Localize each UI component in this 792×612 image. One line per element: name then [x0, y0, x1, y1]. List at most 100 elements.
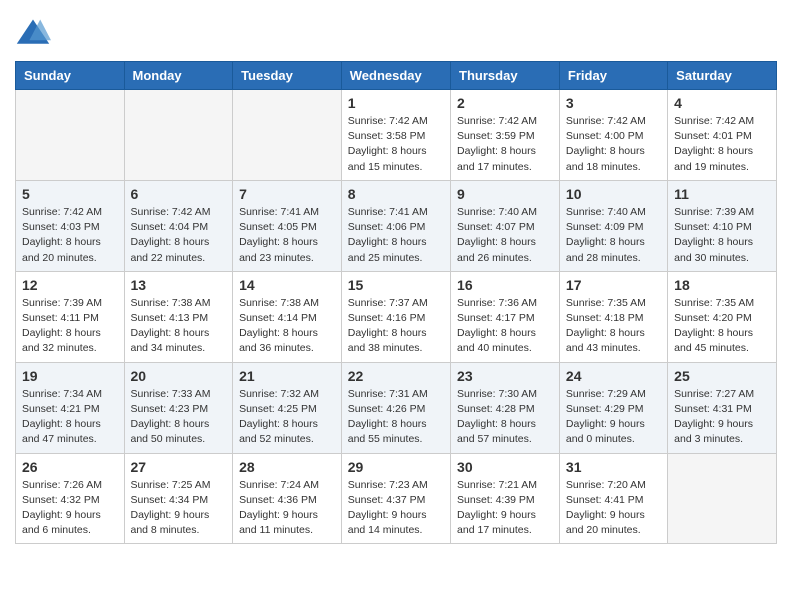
- day-info: Sunrise: 7:21 AM Sunset: 4:39 PM Dayligh…: [457, 478, 553, 539]
- calendar-cell: 9 Sunrise: 7:40 AM Sunset: 4:07 PM Daylig…: [451, 180, 560, 271]
- calendar-cell: 19 Sunrise: 7:34 AM Sunset: 4:21 PM Dayli…: [16, 362, 125, 453]
- calendar-body: 1 Sunrise: 7:42 AM Sunset: 3:58 PM Daylig…: [16, 90, 777, 544]
- day-info: Sunrise: 7:30 AM Sunset: 4:28 PM Dayligh…: [457, 387, 553, 448]
- weekday-header-friday: Friday: [559, 62, 667, 90]
- calendar-cell: 30 Sunrise: 7:21 AM Sunset: 4:39 PM Dayli…: [451, 453, 560, 544]
- day-info: Sunrise: 7:35 AM Sunset: 4:20 PM Dayligh…: [674, 296, 770, 357]
- day-number: 23: [457, 368, 553, 384]
- logo-icon: [15, 15, 51, 51]
- day-number: 29: [348, 459, 444, 475]
- day-number: 26: [22, 459, 118, 475]
- day-info: Sunrise: 7:42 AM Sunset: 4:03 PM Dayligh…: [22, 205, 118, 266]
- calendar: SundayMondayTuesdayWednesdayThursdayFrid…: [15, 61, 777, 544]
- calendar-cell: 3Sunrise: 7:42 AM Sunset: 4:00 PM Daylig…: [559, 90, 667, 181]
- day-number: 25: [674, 368, 770, 384]
- calendar-cell: 20 Sunrise: 7:33 AM Sunset: 4:23 PM Dayli…: [124, 362, 233, 453]
- day-number: 8: [348, 186, 444, 202]
- day-info: Sunrise: 7:42 AM Sunset: 3:58 PM Dayligh…: [348, 114, 444, 175]
- day-number: 24: [566, 368, 661, 384]
- day-info: Sunrise: 7:40 AM Sunset: 4:07 PM Dayligh…: [457, 205, 553, 266]
- day-number: 4: [674, 95, 770, 111]
- weekday-header-monday: Monday: [124, 62, 233, 90]
- day-number: 12: [22, 277, 118, 293]
- logo: [15, 15, 55, 51]
- day-info: Sunrise: 7:41 AM Sunset: 4:05 PM Dayligh…: [239, 205, 335, 266]
- calendar-cell: 12 Sunrise: 7:39 AM Sunset: 4:11 PM Dayli…: [16, 271, 125, 362]
- header: [15, 15, 777, 51]
- day-info: Sunrise: 7:40 AM Sunset: 4:09 PM Dayligh…: [566, 205, 661, 266]
- calendar-cell: 25 Sunrise: 7:27 AM Sunset: 4:31 PM Dayli…: [668, 362, 777, 453]
- calendar-cell: 8 Sunrise: 7:41 AM Sunset: 4:06 PM Daylig…: [341, 180, 450, 271]
- day-info: Sunrise: 7:42 AM Sunset: 4:04 PM Dayligh…: [131, 205, 227, 266]
- day-info: Sunrise: 7:42 AM Sunset: 4:01 PM Dayligh…: [674, 114, 770, 175]
- day-info: Sunrise: 7:20 AM Sunset: 4:41 PM Dayligh…: [566, 478, 661, 539]
- week-row-2: 5 Sunrise: 7:42 AM Sunset: 4:03 PM Daylig…: [16, 180, 777, 271]
- day-info: Sunrise: 7:27 AM Sunset: 4:31 PM Dayligh…: [674, 387, 770, 448]
- calendar-cell: 31Sunrise: 7:20 AM Sunset: 4:41 PM Dayli…: [559, 453, 667, 544]
- day-number: 19: [22, 368, 118, 384]
- calendar-cell: [16, 90, 125, 181]
- day-info: Sunrise: 7:39 AM Sunset: 4:11 PM Dayligh…: [22, 296, 118, 357]
- calendar-cell: 16 Sunrise: 7:36 AM Sunset: 4:17 PM Dayli…: [451, 271, 560, 362]
- calendar-cell: 29 Sunrise: 7:23 AM Sunset: 4:37 PM Dayli…: [341, 453, 450, 544]
- day-number: 16: [457, 277, 553, 293]
- calendar-cell: 23 Sunrise: 7:30 AM Sunset: 4:28 PM Dayli…: [451, 362, 560, 453]
- day-number: 27: [131, 459, 227, 475]
- weekday-header-thursday: Thursday: [451, 62, 560, 90]
- day-number: 30: [457, 459, 553, 475]
- day-number: 11: [674, 186, 770, 202]
- day-number: 6: [131, 186, 227, 202]
- day-number: 3: [566, 95, 661, 111]
- calendar-cell: 4 Sunrise: 7:42 AM Sunset: 4:01 PM Daylig…: [668, 90, 777, 181]
- weekday-header-tuesday: Tuesday: [233, 62, 342, 90]
- day-number: 10: [566, 186, 661, 202]
- calendar-cell: 28 Sunrise: 7:24 AM Sunset: 4:36 PM Dayli…: [233, 453, 342, 544]
- day-info: Sunrise: 7:36 AM Sunset: 4:17 PM Dayligh…: [457, 296, 553, 357]
- day-number: 20: [131, 368, 227, 384]
- day-number: 14: [239, 277, 335, 293]
- day-number: 2: [457, 95, 553, 111]
- calendar-cell: 5 Sunrise: 7:42 AM Sunset: 4:03 PM Daylig…: [16, 180, 125, 271]
- day-info: Sunrise: 7:42 AM Sunset: 3:59 PM Dayligh…: [457, 114, 553, 175]
- calendar-cell: 2 Sunrise: 7:42 AM Sunset: 3:59 PM Daylig…: [451, 90, 560, 181]
- day-info: Sunrise: 7:38 AM Sunset: 4:14 PM Dayligh…: [239, 296, 335, 357]
- day-number: 9: [457, 186, 553, 202]
- calendar-cell: 17 Sunrise: 7:35 AM Sunset: 4:18 PM Dayli…: [559, 271, 667, 362]
- weekday-row: SundayMondayTuesdayWednesdayThursdayFrid…: [16, 62, 777, 90]
- calendar-cell: 24 Sunrise: 7:29 AM Sunset: 4:29 PM Dayli…: [559, 362, 667, 453]
- day-number: 13: [131, 277, 227, 293]
- calendar-cell: 26Sunrise: 7:26 AM Sunset: 4:32 PM Dayli…: [16, 453, 125, 544]
- calendar-cell: 21Sunrise: 7:32 AM Sunset: 4:25 PM Dayli…: [233, 362, 342, 453]
- day-info: Sunrise: 7:41 AM Sunset: 4:06 PM Dayligh…: [348, 205, 444, 266]
- day-number: 5: [22, 186, 118, 202]
- day-info: Sunrise: 7:38 AM Sunset: 4:13 PM Dayligh…: [131, 296, 227, 357]
- weekday-header-sunday: Sunday: [16, 62, 125, 90]
- day-info: Sunrise: 7:33 AM Sunset: 4:23 PM Dayligh…: [131, 387, 227, 448]
- day-number: 17: [566, 277, 661, 293]
- day-number: 1: [348, 95, 444, 111]
- day-info: Sunrise: 7:24 AM Sunset: 4:36 PM Dayligh…: [239, 478, 335, 539]
- day-info: Sunrise: 7:39 AM Sunset: 4:10 PM Dayligh…: [674, 205, 770, 266]
- calendar-cell: 14 Sunrise: 7:38 AM Sunset: 4:14 PM Dayli…: [233, 271, 342, 362]
- week-row-1: 1 Sunrise: 7:42 AM Sunset: 3:58 PM Daylig…: [16, 90, 777, 181]
- calendar-cell: 27 Sunrise: 7:25 AM Sunset: 4:34 PM Dayli…: [124, 453, 233, 544]
- day-info: Sunrise: 7:29 AM Sunset: 4:29 PM Dayligh…: [566, 387, 661, 448]
- calendar-cell: 22Sunrise: 7:31 AM Sunset: 4:26 PM Dayli…: [341, 362, 450, 453]
- day-number: 7: [239, 186, 335, 202]
- day-info: Sunrise: 7:37 AM Sunset: 4:16 PM Dayligh…: [348, 296, 444, 357]
- page: SundayMondayTuesdayWednesdayThursdayFrid…: [0, 0, 792, 559]
- day-info: Sunrise: 7:25 AM Sunset: 4:34 PM Dayligh…: [131, 478, 227, 539]
- weekday-header-wednesday: Wednesday: [341, 62, 450, 90]
- week-row-5: 26Sunrise: 7:26 AM Sunset: 4:32 PM Dayli…: [16, 453, 777, 544]
- calendar-cell: 13 Sunrise: 7:38 AM Sunset: 4:13 PM Dayli…: [124, 271, 233, 362]
- day-number: 21: [239, 368, 335, 384]
- calendar-cell: 10 Sunrise: 7:40 AM Sunset: 4:09 PM Dayli…: [559, 180, 667, 271]
- calendar-cell: 11 Sunrise: 7:39 AM Sunset: 4:10 PM Dayli…: [668, 180, 777, 271]
- weekday-header-saturday: Saturday: [668, 62, 777, 90]
- day-number: 28: [239, 459, 335, 475]
- day-number: 22: [348, 368, 444, 384]
- day-info: Sunrise: 7:23 AM Sunset: 4:37 PM Dayligh…: [348, 478, 444, 539]
- day-info: Sunrise: 7:34 AM Sunset: 4:21 PM Dayligh…: [22, 387, 118, 448]
- calendar-cell: 18Sunrise: 7:35 AM Sunset: 4:20 PM Dayli…: [668, 271, 777, 362]
- day-info: Sunrise: 7:35 AM Sunset: 4:18 PM Dayligh…: [566, 296, 661, 357]
